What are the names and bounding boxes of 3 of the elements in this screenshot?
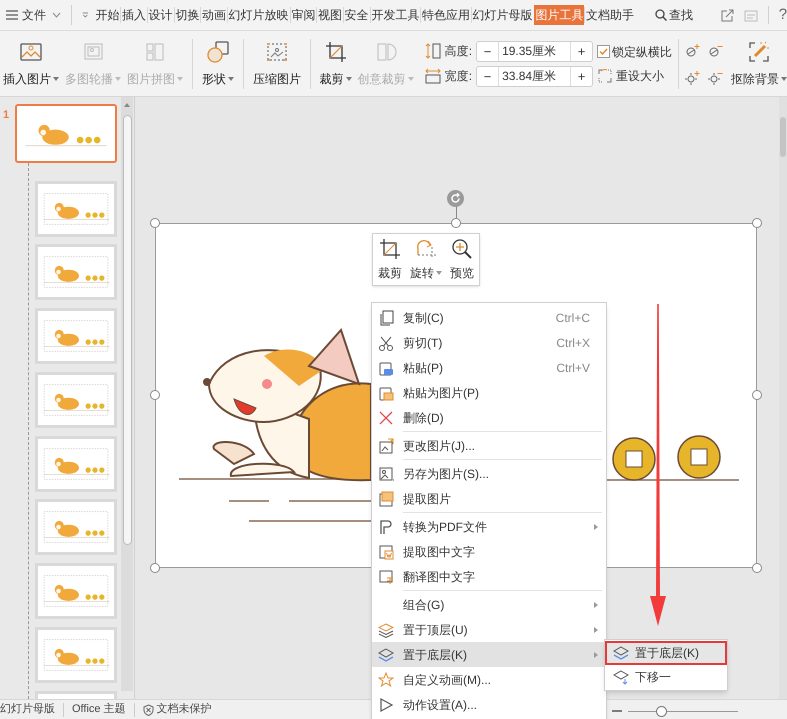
slide-number: 1 (3, 108, 10, 123)
field-label: 高度: (444, 43, 472, 60)
field-label: 宽度: (444, 68, 472, 85)
